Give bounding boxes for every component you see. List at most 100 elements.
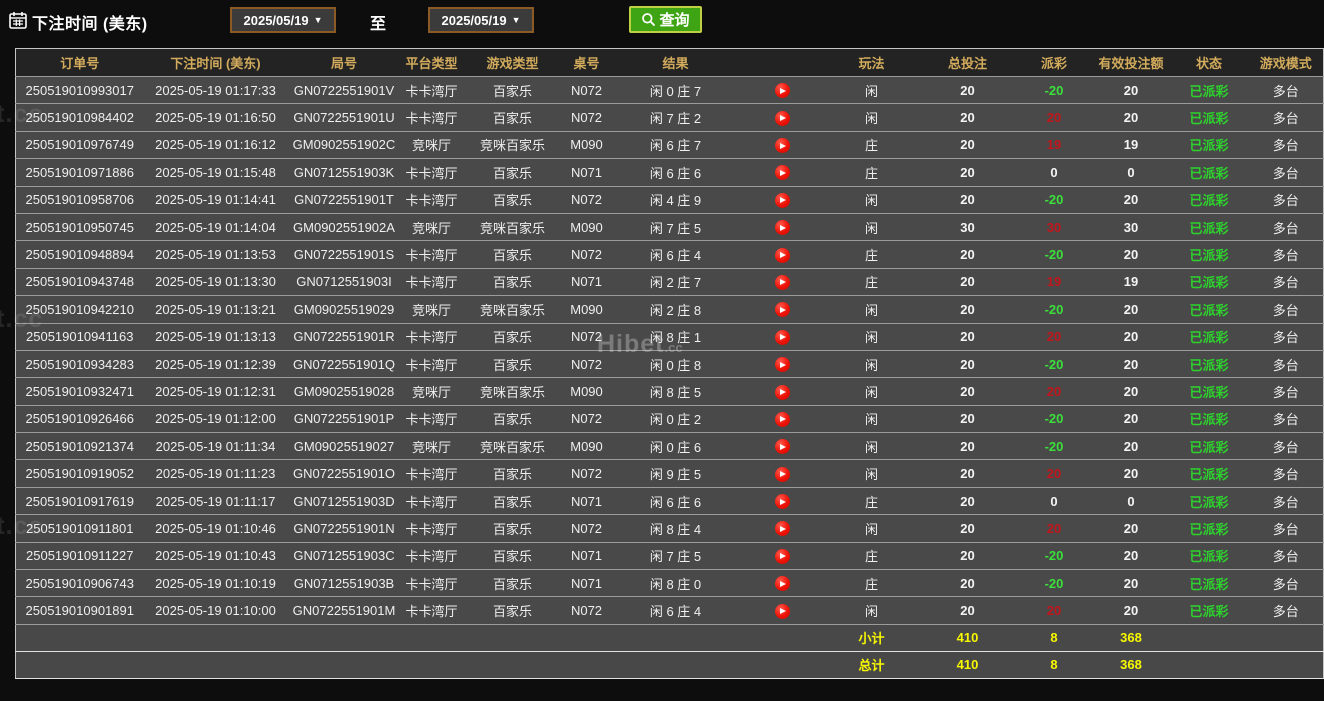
total-empty-cell bbox=[1249, 651, 1324, 678]
platform-cell: 卡卡湾厅 bbox=[401, 241, 463, 268]
payout-cell: 19 bbox=[1016, 268, 1093, 295]
play-cell: 闲 bbox=[824, 350, 920, 377]
game-cell: 百家乐 bbox=[463, 570, 563, 597]
chevron-down-icon: ▼ bbox=[512, 16, 521, 25]
play-video-icon[interactable] bbox=[775, 604, 790, 619]
payout-cell: 0 bbox=[1016, 159, 1093, 186]
platform-cell: 卡卡湾厅 bbox=[401, 350, 463, 377]
order-cell: 250519010919052 bbox=[16, 460, 144, 487]
table-row: 2505190109118012025-05-19 01:10:46GN0722… bbox=[16, 515, 1324, 542]
play-video-icon[interactable] bbox=[775, 357, 790, 372]
bet-cell: 20 bbox=[920, 405, 1016, 432]
play-video-icon[interactable] bbox=[775, 385, 790, 400]
play-video-icon[interactable] bbox=[775, 467, 790, 482]
play-icon-cell bbox=[741, 296, 824, 323]
time-cell: 2025-05-19 01:14:04 bbox=[144, 213, 288, 240]
table-row: 2505190109411632025-05-19 01:13:13GN0722… bbox=[16, 323, 1324, 350]
play-video-icon[interactable] bbox=[775, 494, 790, 509]
search-icon bbox=[641, 12, 656, 27]
subtotal-label: 小计 bbox=[824, 624, 920, 651]
result-cell: 闲 7 庄 5 bbox=[611, 213, 741, 240]
time-cell: 2025-05-19 01:10:43 bbox=[144, 542, 288, 569]
play-video-icon[interactable] bbox=[775, 248, 790, 263]
play-video-icon[interactable] bbox=[775, 275, 790, 290]
time-cell: 2025-05-19 01:10:46 bbox=[144, 515, 288, 542]
subtotal-empty-cell bbox=[16, 624, 144, 651]
play-video-icon[interactable] bbox=[775, 576, 790, 591]
play-video-icon[interactable] bbox=[775, 439, 790, 454]
play-video-icon[interactable] bbox=[775, 521, 790, 536]
bet-records-table-wrap: 订单号下注时间 (美东)局号平台类型游戏类型桌号结果玩法总投注派彩有效投注额状态… bbox=[15, 48, 1323, 679]
round-cell: GN0722551901T bbox=[288, 186, 401, 213]
play-video-icon[interactable] bbox=[775, 138, 790, 153]
table-row: 2505190109422102025-05-19 01:13:21GM0902… bbox=[16, 296, 1324, 323]
play-cell: 闲 bbox=[824, 213, 920, 240]
table-row: 2505190109190522025-05-19 01:11:23GN0722… bbox=[16, 460, 1324, 487]
bet-records-table: 订单号下注时间 (美东)局号平台类型游戏类型桌号结果玩法总投注派彩有效投注额状态… bbox=[15, 48, 1324, 679]
game-cell: 百家乐 bbox=[463, 104, 563, 131]
column-header-0: 订单号 bbox=[16, 49, 144, 77]
table-row: 2505190109767492025-05-19 01:16:12GM0902… bbox=[16, 131, 1324, 158]
play-icon-cell bbox=[741, 570, 824, 597]
play-video-icon[interactable] bbox=[775, 165, 790, 180]
total-empty-cell bbox=[288, 651, 401, 678]
total-empty-cell bbox=[611, 651, 741, 678]
column-header-4: 游戏类型 bbox=[463, 49, 563, 77]
play-cell: 闲 bbox=[824, 296, 920, 323]
order-cell: 250519010943748 bbox=[16, 268, 144, 295]
total-empty-cell bbox=[401, 651, 463, 678]
play-cell: 闲 bbox=[824, 597, 920, 624]
platform-cell: 卡卡湾厅 bbox=[401, 487, 463, 514]
play-video-icon[interactable] bbox=[775, 302, 790, 317]
round-cell: GN0712551903B bbox=[288, 570, 401, 597]
time-cell: 2025-05-19 01:11:23 bbox=[144, 460, 288, 487]
play-cell: 庄 bbox=[824, 241, 920, 268]
play-video-icon[interactable] bbox=[775, 330, 790, 345]
status-cell: 已派彩 bbox=[1170, 104, 1249, 131]
table-no-cell: M090 bbox=[563, 433, 611, 460]
valid-cell: 20 bbox=[1093, 542, 1170, 569]
payout-cell: -20 bbox=[1016, 350, 1093, 377]
order-cell: 250519010932471 bbox=[16, 378, 144, 405]
order-cell: 250519010971886 bbox=[16, 159, 144, 186]
round-cell: GN0722551901U bbox=[288, 104, 401, 131]
query-button[interactable]: 查询 bbox=[629, 6, 702, 33]
to-label: 至 bbox=[370, 10, 386, 34]
total-row: 总计4108368 bbox=[16, 651, 1324, 678]
round-cell: GM09025519028 bbox=[288, 378, 401, 405]
round-cell: GN0712551903K bbox=[288, 159, 401, 186]
play-icon-cell bbox=[741, 460, 824, 487]
play-video-icon[interactable] bbox=[775, 220, 790, 235]
play-video-icon[interactable] bbox=[775, 549, 790, 564]
payout-cell: -20 bbox=[1016, 241, 1093, 268]
play-video-icon[interactable] bbox=[775, 111, 790, 126]
date-to-select[interactable]: 2025/05/19 ▼ bbox=[428, 7, 534, 33]
play-video-icon[interactable] bbox=[775, 412, 790, 427]
order-cell: 250519010901891 bbox=[16, 597, 144, 624]
status-cell: 已派彩 bbox=[1170, 460, 1249, 487]
platform-cell: 竞咪厅 bbox=[401, 213, 463, 240]
chevron-down-icon: ▼ bbox=[314, 16, 323, 25]
bet-cell: 20 bbox=[920, 460, 1016, 487]
play-video-icon[interactable] bbox=[775, 83, 790, 98]
bet-cell: 20 bbox=[920, 131, 1016, 158]
table-no-cell: N071 bbox=[563, 159, 611, 186]
platform-cell: 卡卡湾厅 bbox=[401, 77, 463, 104]
result-cell: 闲 6 庄 6 bbox=[611, 159, 741, 186]
order-cell: 250519010911801 bbox=[16, 515, 144, 542]
play-cell: 闲 bbox=[824, 378, 920, 405]
mode-cell: 多台 bbox=[1249, 350, 1324, 377]
status-cell: 已派彩 bbox=[1170, 378, 1249, 405]
valid-cell: 20 bbox=[1093, 104, 1170, 131]
payout-cell: 20 bbox=[1016, 460, 1093, 487]
play-video-icon[interactable] bbox=[775, 193, 790, 208]
play-icon-cell bbox=[741, 213, 824, 240]
subtotal-empty-cell bbox=[1249, 624, 1324, 651]
subtotal-empty-cell bbox=[288, 624, 401, 651]
game-cell: 百家乐 bbox=[463, 268, 563, 295]
column-header-2: 局号 bbox=[288, 49, 401, 77]
result-cell: 闲 6 庄 4 bbox=[611, 597, 741, 624]
date-from-select[interactable]: 2025/05/19 ▼ bbox=[230, 7, 336, 33]
payout-cell: -20 bbox=[1016, 186, 1093, 213]
bet-cell: 20 bbox=[920, 487, 1016, 514]
